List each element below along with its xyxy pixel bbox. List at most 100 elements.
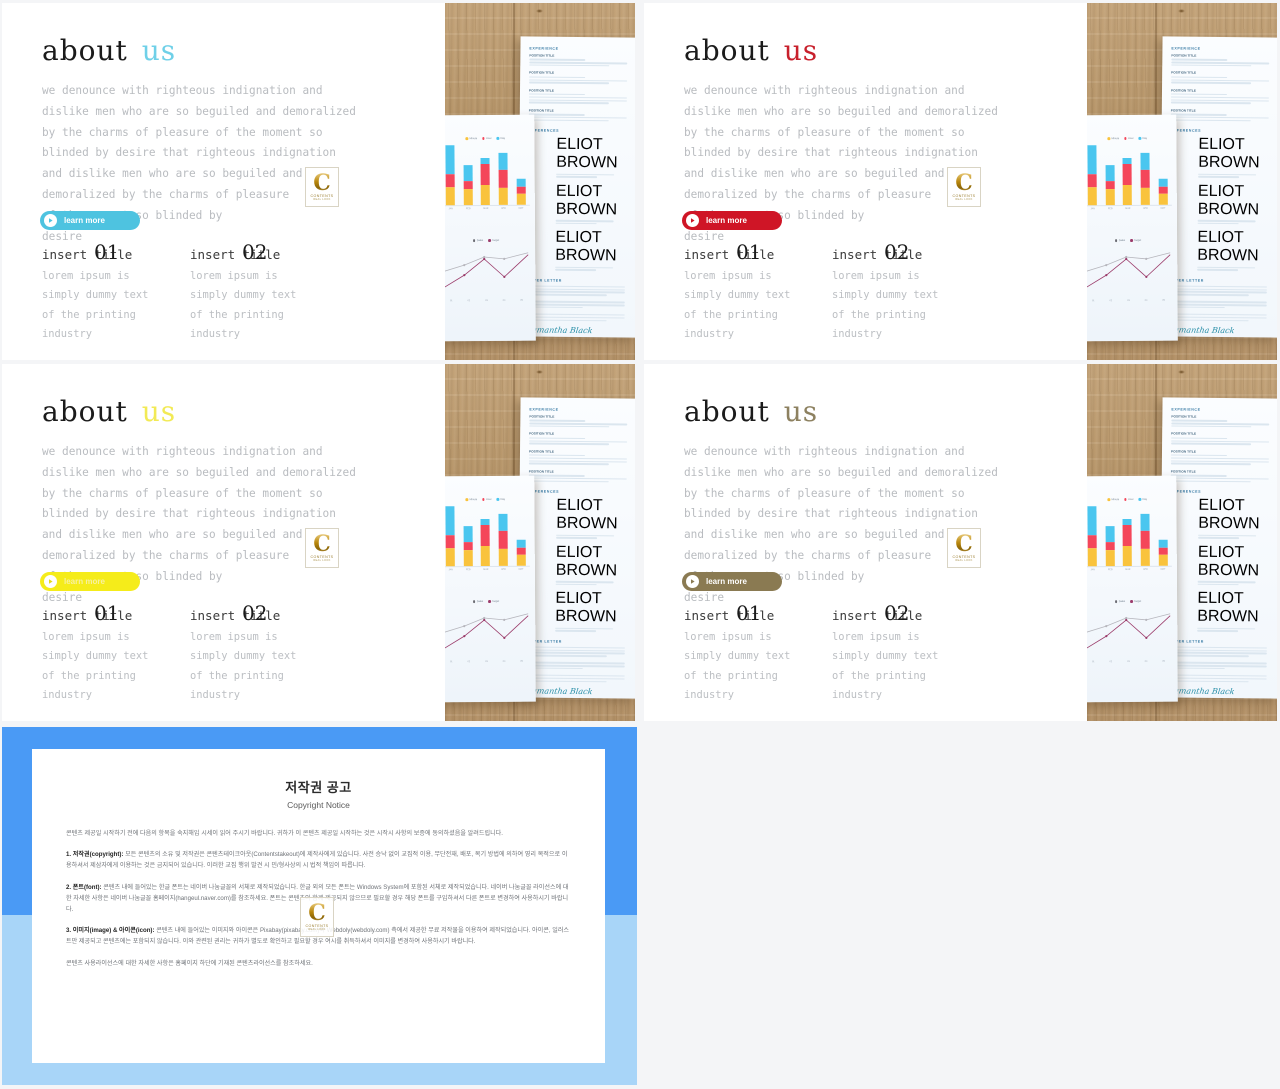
x-tick: MAR (483, 207, 489, 210)
resume-entry-title: POSITION TITLE (528, 469, 554, 474)
slide-panel-1[interactable]: about us we denounce with righteous indig… (2, 3, 635, 360)
feature-body-line: simply dummy text (42, 289, 149, 302)
x-tick: 01 (1092, 661, 1095, 664)
feature-body-line: industry (832, 327, 883, 340)
resume-entry-title: POSITION TITLE (1170, 88, 1197, 93)
line-chart: Sales Target 01 02 03 04 05 (1087, 239, 1173, 316)
legend-label: Hour (486, 497, 492, 501)
legend-label: Hour (486, 136, 492, 140)
logo-tagline: REAL LOOK (308, 928, 326, 931)
legend-label: Minute (1111, 498, 1120, 502)
body-line: demoralized by the charms of pleasure (42, 187, 290, 201)
x-tick: MAY (518, 568, 524, 571)
resume-section-title: EXPERIENCE (529, 407, 559, 412)
x-tick: 01 (1092, 300, 1095, 303)
body-line: demoralized by the charms of pleasure (42, 548, 290, 562)
copyright-section: 1. 저작권(copyright): 모든 콘텐츠의 소유 및 저작권은 콘텐츠… (66, 849, 571, 871)
bar-chart-x-labels: JAN FEB MAR APR MAY (1087, 568, 1172, 571)
slide-panel-2[interactable]: about us we denounce with righteous indig… (644, 3, 1277, 360)
x-tick: MAR (483, 568, 489, 571)
wood-knot-icon (536, 370, 544, 374)
x-tick: FEB (466, 207, 471, 210)
learn-more-label: learn more (64, 577, 105, 586)
copyright-panel: 저작권 공고 Copyright Notice 콘텐츠 제공일 시작하기 전에 … (2, 727, 637, 1085)
signature: Samantha Black (525, 325, 594, 336)
heading-accent: us (783, 34, 819, 67)
learn-more-label: learn more (706, 577, 747, 586)
bar-chart: Minute Hour Day JAN FEB MAR APR MAY (1087, 498, 1172, 587)
body-line: and dislike men who are so beguiled and (42, 528, 303, 542)
logo-watermark: C CONTENTS REAL LOOK (947, 528, 981, 568)
line-chart-svg (1087, 252, 1171, 288)
x-tick: 02 (1109, 300, 1113, 303)
body-line: we denounce with righteous indignation a… (42, 84, 323, 97)
line-chart-svg (445, 613, 529, 649)
body-line: we denounce with righteous indignation a… (42, 445, 323, 458)
copyright-section-label: 1. 저작권(copyright): (66, 851, 124, 859)
feature-column-01: insert title 01 lorem ipsum is simply du… (42, 240, 190, 344)
resume-entry-title: POSITION TITLE (529, 70, 555, 76)
feature-number: 02 (884, 601, 910, 625)
feature-column-01: insert title 01 lorem ipsum is simply du… (684, 240, 832, 344)
logo-letter: C (313, 531, 331, 557)
wood-knot-icon (536, 9, 544, 13)
feature-body: lorem ipsum is simply dummy text of the … (832, 267, 980, 344)
bar-chart-legend: Minute Hour Day (445, 137, 529, 141)
resume-section-title: EXPERIENCE (1171, 407, 1201, 412)
reference-name: ELIOT BROWN (555, 543, 618, 580)
line-chart-legend: Sales Target (445, 600, 530, 604)
x-tick: 02 (467, 300, 471, 303)
feature-body-line: lorem ipsum is (684, 631, 772, 643)
heading-primary: about (42, 395, 128, 428)
heading-primary: about (684, 395, 770, 428)
feature-body-line: lorem ipsum is (190, 631, 278, 643)
play-icon (686, 214, 699, 227)
feature-body-line: of the printing (684, 308, 778, 321)
feature-body-line: simply dummy text (832, 289, 939, 302)
slide-panel-3[interactable]: about us we denounce with righteous indig… (2, 364, 635, 721)
x-tick: 05 (520, 299, 523, 302)
body-line: by the charms of pleasure of the moment … (42, 125, 323, 139)
feature-columns: insert title 01 lorem ipsum is simply du… (684, 240, 1064, 344)
reference-name: ELIOT BROWN (556, 135, 618, 172)
feature-body: lorem ipsum is simply dummy text of the … (190, 628, 338, 705)
x-tick: 02 (467, 661, 471, 664)
heading-primary: about (684, 34, 770, 67)
play-icon (44, 575, 57, 588)
feature-column-02: insert title 02 lorem ipsum is simply du… (832, 240, 980, 344)
copyright-title: 저작권 공고 (285, 780, 352, 795)
learn-more-button[interactable]: learn more (40, 572, 140, 591)
body-line: and dislike men who are so beguiled and (684, 528, 945, 542)
copyright-outro: 콘텐츠 사용라이선스에 대한 자세한 사항은 홈페이지 하단에 기재된 콘텐츠라… (66, 959, 313, 967)
heading-accent: us (783, 395, 819, 428)
feature-column-02: insert title 02 lorem ipsum is simply du… (190, 240, 338, 344)
learn-more-button[interactable]: learn more (682, 211, 782, 230)
reference-name: ELIOT BROWN (555, 229, 617, 265)
feature-body-line: lorem ipsum is (42, 270, 130, 282)
line-chart: Sales Target 01 02 03 04 05 (445, 239, 531, 316)
learn-more-button[interactable]: learn more (682, 572, 782, 591)
feature-column-02: insert title 02 lorem ipsum is simply du… (190, 601, 338, 705)
body-line: blinded by desire that righteous indigna… (42, 507, 336, 521)
x-tick: JAN (448, 207, 453, 210)
x-tick: APR (1143, 568, 1148, 571)
feature-body-line: simply dummy text (190, 650, 297, 663)
learn-more-button[interactable]: learn more (40, 211, 140, 230)
line-chart: Sales Target 01 02 03 04 05 (1087, 600, 1173, 677)
resume-entry-title: POSITION TITLE (1171, 53, 1197, 58)
body-line: we denounce with righteous indignation a… (684, 84, 965, 97)
chart-sheet: Minute Hour Day JAN FEB MAR APR MAY Sale… (445, 475, 536, 703)
feature-column-01: insert title 01 lorem ipsum is simply du… (42, 601, 190, 705)
body-line: blinded by desire that righteous indigna… (684, 507, 978, 521)
feature-body-line: lorem ipsum is (832, 631, 920, 643)
body-line: by the charms of pleasure of the moment … (42, 486, 323, 500)
copyright-intro: 콘텐츠 제공일 시작하기 전에 다음의 항목을 숙지해입 시세이 읽어 주시기 … (66, 830, 503, 837)
reference-name: ELIOT BROWN (1198, 135, 1260, 172)
legend-label: Sales (1118, 239, 1126, 243)
legend-label: Sales (1118, 600, 1126, 604)
resume-section-title: COVER LETTER (1168, 278, 1205, 283)
line-chart-legend: Sales Target (445, 239, 530, 243)
play-icon (686, 575, 699, 588)
slide-panel-4[interactable]: about us we denounce with righteous indig… (644, 364, 1277, 721)
legend-label: Minute (469, 498, 478, 502)
